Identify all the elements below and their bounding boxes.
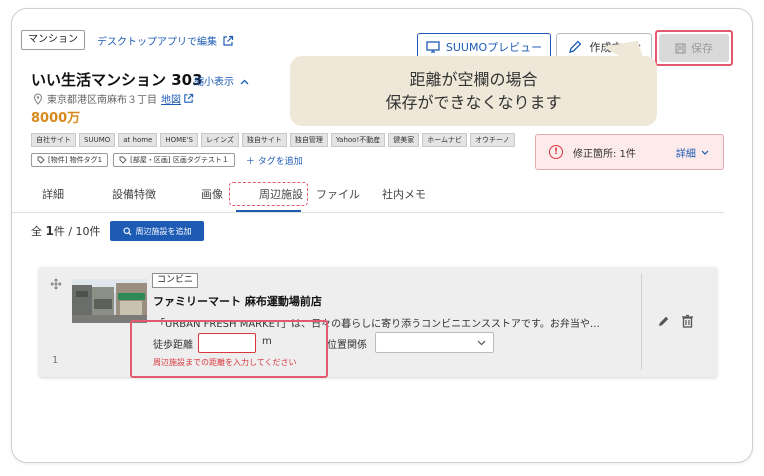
label-tag[interactable]: [物件] 物件タグ1 <box>31 153 109 167</box>
site-tag: 独自管理 <box>289 133 328 147</box>
error-field-highlight <box>130 320 328 378</box>
desktop-edit-label: デスクトップアプリで編集 <box>97 37 217 48</box>
facility-count: 全 1件 / 10件 <box>31 223 101 239</box>
error-detail-label: 詳細 <box>675 148 696 160</box>
tooltip-line-2: 保存ができなくなります <box>385 93 562 112</box>
label-tag-text: [部屋・区画] 区画タグテスト１ <box>130 156 229 164</box>
tag-icon <box>119 156 127 164</box>
chevron-down-icon <box>477 340 486 345</box>
error-count-text: 修正箇所: 1件 <box>573 148 636 160</box>
count-number: 1 <box>45 224 54 238</box>
tab-internal-memo[interactable]: 社内メモ <box>382 186 442 208</box>
label-tag-text: [物件] 物件タグ1 <box>48 156 103 164</box>
chevron-up-icon <box>240 79 249 85</box>
desktop-edit-link[interactable]: デスクトップアプリで編集 <box>97 33 234 48</box>
chevron-down-icon <box>701 150 709 155</box>
site-tag: SUUMO <box>79 133 116 147</box>
error-summary-banner: ! 修正箇所: 1件 詳細 <box>535 134 724 170</box>
move-arrows-icon <box>50 278 62 290</box>
card-action-divider <box>641 274 642 370</box>
active-tab-indicator <box>236 210 301 212</box>
location-pin-icon <box>33 92 43 105</box>
tab-files[interactable]: ファイル <box>316 186 382 208</box>
site-tag: 独自サイト <box>241 133 287 147</box>
shrink-view-label: 縮小表示 <box>194 77 234 88</box>
pencil-icon <box>568 40 581 53</box>
facility-name: ファミリーマート 麻布運動場前店 <box>153 295 322 308</box>
alert-icon: ! <box>549 145 563 159</box>
property-name: いい生活マンション 303 <box>31 71 203 89</box>
street-photo-image <box>72 279 147 323</box>
tab-bar: 詳細 設備特徴 画像 周辺施設 ファイル 社内メモ <box>42 186 442 208</box>
site-tag: ホームナビ <box>422 133 468 147</box>
position-relation-select[interactable] <box>375 332 494 353</box>
site-tag: HOME'S <box>160 133 198 147</box>
add-facility-button[interactable]: 周辺施設を追加 <box>110 221 204 241</box>
site-tag: at home <box>118 133 158 147</box>
preview-label: SUUMOプレビュー <box>445 41 543 54</box>
tag-icon <box>37 156 45 164</box>
property-price: 8000万 <box>31 111 81 126</box>
property-address: 東京都港区南麻布３丁目 地図 <box>33 91 194 106</box>
site-tag: オウチーノ <box>470 133 515 147</box>
error-detail-link[interactable]: 詳細 <box>676 145 709 160</box>
save-icon <box>675 42 686 54</box>
site-tag: Yahoo!不動産 <box>330 133 386 147</box>
search-icon <box>122 226 131 235</box>
facility-category-tag: コンビニ <box>152 273 199 288</box>
site-tag: 健美家 <box>388 133 420 147</box>
external-link-icon <box>223 35 234 46</box>
count-prefix: 全 <box>31 225 42 238</box>
count-suffix: 件 / 10件 <box>53 225 101 238</box>
save-label: 保存 <box>691 42 713 55</box>
save-button[interactable]: 保存 <box>659 34 729 62</box>
property-type-tag: マンション <box>21 30 85 50</box>
save-warning-tooltip: 距離が空欄の場合 保存ができなくなります <box>290 56 657 126</box>
add-facility-label: 周辺施設を追加 <box>135 226 192 236</box>
tooltip-line-1: 距離が空欄の場合 <box>409 70 538 89</box>
monitor-icon <box>426 41 440 53</box>
address-text: 東京都港区南麻布３丁目 <box>47 95 157 106</box>
edit-icon[interactable] <box>657 315 670 328</box>
position-relation-label: 位置関係 <box>327 340 367 351</box>
shrink-view-link[interactable]: 縮小表示 <box>194 73 249 88</box>
site-tag: レインズ <box>200 133 239 147</box>
tab-nearby-facilities[interactable]: 周辺施設 <box>259 186 316 208</box>
site-tag-list: 自社サイト SUUMO at home HOME'S レインズ 独自サイト 独自… <box>31 133 515 147</box>
map-link[interactable]: 地図 <box>161 91 194 106</box>
drag-handle-icon[interactable] <box>50 278 62 293</box>
add-tag-link[interactable]: ＋ タグを追加 <box>246 154 303 167</box>
site-tag: 自社サイト <box>31 133 76 147</box>
tab-images[interactable]: 画像 <box>201 186 259 208</box>
tab-bar-divider <box>12 212 724 213</box>
tab-features[interactable]: 設備特徴 <box>112 186 201 208</box>
label-tag[interactable]: [部屋・区画] 区画タグテスト１ <box>113 153 235 167</box>
trash-icon[interactable] <box>681 314 694 328</box>
tab-details[interactable]: 詳細 <box>42 186 112 208</box>
facility-photo <box>72 279 147 323</box>
row-index: 1 <box>52 355 59 366</box>
label-tag-list: [物件] 物件タグ1 [部屋・区画] 区画タグテスト１ ＋ タグを追加 <box>31 153 303 167</box>
external-link-icon <box>184 93 194 103</box>
map-link-label: 地図 <box>161 95 181 106</box>
